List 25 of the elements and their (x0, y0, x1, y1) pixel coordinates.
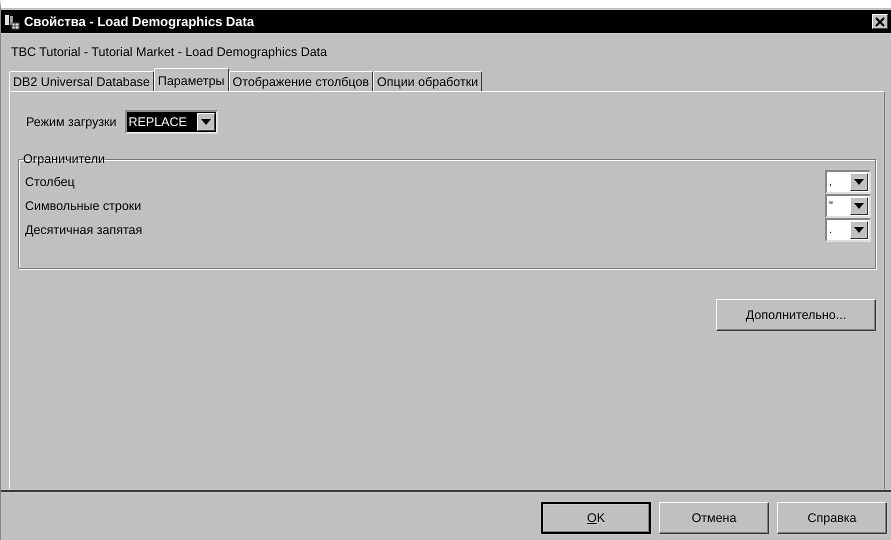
dialog-button[interactable]: OK (541, 502, 651, 534)
load-mode-dropdown[interactable]: REPLACE (124, 110, 218, 134)
tab[interactable]: DB2 Universal Database (9, 71, 154, 91)
delimiter-dropdown[interactable]: . (825, 218, 871, 242)
dialog-button[interactable]: Справка (777, 502, 887, 534)
tab[interactable]: Опции обработки (373, 71, 482, 91)
dropdown-arrow-icon (854, 179, 864, 185)
dropdown-arrow-icon (854, 203, 864, 209)
tab[interactable]: Отображение столбцов (228, 71, 374, 91)
window-title: Свойства - Load Demographics Data (24, 14, 256, 29)
delimiter-dropdown[interactable]: , (825, 170, 871, 194)
group-title: Ограничители (23, 152, 105, 166)
delimiter-label: Символьные строки (25, 199, 142, 213)
dropdown-arrow-icon (854, 227, 864, 233)
dialog-button[interactable]: Отмена (659, 502, 769, 534)
tab[interactable]: Параметры (154, 68, 229, 91)
close-button[interactable] (872, 14, 888, 29)
breadcrumb-text: TBC Tutorial - Tutorial Market - Load Demographics Data (10, 44, 328, 61)
delimiter-label: Десятичная запятая (25, 223, 142, 237)
delimiter-label: Столбец (25, 175, 75, 189)
dropdown-arrow-icon (200, 119, 211, 125)
load-mode-label: Режим загрузки (26, 115, 116, 129)
delimiter-dropdown[interactable]: " (825, 194, 871, 218)
advanced-button[interactable]: Дополнительно... (716, 299, 876, 331)
window-icon (4, 14, 20, 30)
